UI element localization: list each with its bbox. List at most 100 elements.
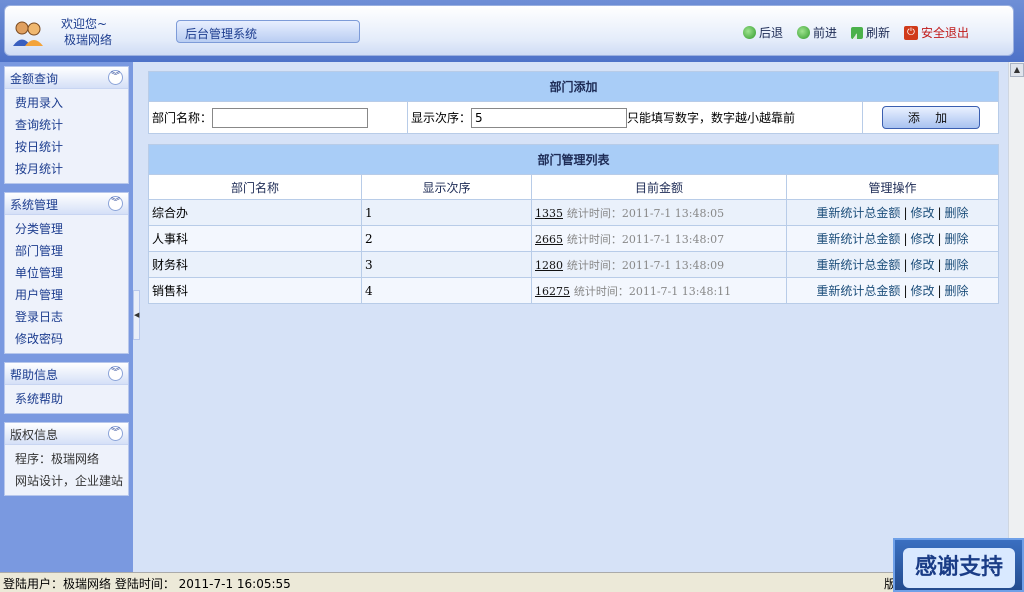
cell-name: 人事科 (148, 225, 362, 252)
add-button[interactable]: 添 加 (881, 106, 980, 129)
col-header-name: 部门名称 (148, 174, 362, 200)
welcome-text: 欢迎您~ (61, 17, 108, 31)
recount-link[interactable]: 重新统计总金额 (816, 284, 900, 298)
logout-label: 安全退出 (920, 26, 969, 40)
cell-order: 3 (361, 251, 532, 278)
copyright-design: 网站设计，企业建站 (15, 474, 124, 488)
name-cell: 部门名称： (148, 101, 408, 134)
cell-name: 财务科 (148, 251, 362, 278)
sidebar-item-users[interactable]: 用户管理 (15, 284, 128, 306)
separator: | (937, 284, 942, 298)
panel-title: 帮助信息 (10, 368, 59, 382)
panel-header[interactable]: 金额查询 ︾ (5, 67, 128, 89)
thanks-text: 感谢支持 (903, 548, 1015, 588)
separator: | (937, 232, 942, 246)
power-icon: ⏻ (903, 25, 918, 40)
back-icon (742, 26, 756, 39)
sidebar-item-login-log[interactable]: 登录日志 (15, 306, 128, 328)
separator: | (903, 284, 908, 298)
panel-header[interactable]: 帮助信息 ︾ (5, 363, 128, 385)
sidebar-panel-copyright: 版权信息 ︾ 程序：极瑞网络 网站设计，企业建站 (4, 422, 129, 496)
separator: | (903, 206, 908, 220)
logout-button[interactable]: ⏻ 安全退出 (903, 24, 969, 41)
collapse-sidebar-handle[interactable]: ◀ (133, 290, 140, 340)
order-hint: 只能填写数字，数字越小越靠前 (627, 110, 796, 125)
col-header-ops: 管理操作 (786, 174, 999, 200)
separator: | (903, 258, 908, 272)
amount-link[interactable]: 2665 (535, 233, 563, 246)
department-name-input[interactable] (212, 107, 369, 128)
table-body: 综合办 1 1335 统计时间：2011-7-1 13:48:05 重新统计总金额 | 修… (148, 199, 999, 304)
sidebar-item-password[interactable]: 修改密码 (15, 328, 128, 350)
table-row: 综合办 1 1335 统计时间：2011-7-1 13:48:05 重新统计总金额 | 修… (148, 199, 999, 226)
status-bar: 登陆用户：极瑞网络 登陆时间： 2011-7-1 16:05:55 版 (0, 572, 1024, 592)
sidebar-splitter: ◀ (133, 62, 140, 572)
stat-time: 统计时间：2011-7-1 13:48:11 (573, 284, 732, 298)
edit-link[interactable]: 修改 (910, 284, 934, 298)
refresh-label: 刷新 (865, 26, 890, 40)
collapse-icon[interactable]: ︾ (108, 426, 123, 441)
back-button[interactable]: 后退 (742, 24, 783, 41)
panel-title: 系统管理 (10, 198, 59, 212)
delete-link[interactable]: 删除 (945, 206, 969, 220)
thanks-badge: 感谢支持 (893, 538, 1024, 592)
sidebar-item-monthly-stats[interactable]: 按月统计 (15, 158, 128, 180)
collapse-icon[interactable]: ︾ (108, 70, 123, 85)
welcome-user: 极瑞网络 (64, 33, 113, 47)
panel-header[interactable]: 系统管理 ︾ (5, 193, 128, 215)
sidebar-panel-amount: 金额查询 ︾ 费用录入 查询统计 按日统计 按月统计 (4, 66, 129, 184)
amount-link[interactable]: 16275 (535, 285, 570, 298)
sidebar-item-unit[interactable]: 单位管理 (15, 262, 128, 284)
back-label: 后退 (758, 26, 783, 40)
collapse-icon[interactable]: ︾ (108, 196, 123, 211)
separator: | (903, 232, 908, 246)
collapse-icon[interactable]: ︾ (108, 366, 123, 381)
cell-ops: 重新统计总金额 | 修改 | 删除 (786, 251, 999, 278)
edit-link[interactable]: 修改 (910, 232, 934, 246)
forward-icon (796, 26, 810, 39)
refresh-button[interactable]: 刷新 (850, 24, 890, 41)
table-row: 人事科 2 2665 统计时间：2011-7-1 13:48:07 重新统计总金额 | 修… (148, 225, 999, 252)
refresh-icon (850, 26, 863, 39)
scroll-up-icon[interactable]: ▲ (1010, 63, 1024, 77)
list-caption: 部门管理列表 (148, 144, 999, 175)
welcome-block: 欢迎您~ 极瑞网络 (61, 16, 112, 48)
header-bar: 欢迎您~ 极瑞网络 后台管理系统 后退 前进 刷新 ⏻ 安全退出 (4, 5, 1014, 56)
sidebar-item-expense-entry[interactable]: 费用录入 (15, 92, 128, 114)
delete-link[interactable]: 删除 (945, 258, 969, 272)
cell-amount: 1280 统计时间：2011-7-1 13:48:09 (531, 251, 787, 278)
sidebar-item-department[interactable]: 部门管理 (15, 240, 128, 262)
recount-link[interactable]: 重新统计总金额 (816, 258, 900, 272)
separator: | (937, 206, 942, 220)
amount-link[interactable]: 1335 (535, 207, 563, 220)
order-cell: 显示次序： 只能填写数字，数字越小越靠前 (407, 101, 863, 134)
edit-link[interactable]: 修改 (910, 206, 934, 220)
copyright-program: 程序：极瑞网络 (15, 452, 100, 466)
amount-link[interactable]: 1280 (535, 259, 563, 272)
sidebar-item-query-stats[interactable]: 查询统计 (15, 114, 128, 136)
sidebar-item-daily-stats[interactable]: 按日统计 (15, 136, 128, 158)
recount-link[interactable]: 重新统计总金额 (816, 206, 900, 220)
panel-header[interactable]: 版权信息 ︾ (5, 423, 128, 445)
login-info: 登陆用户：极瑞网络 登陆时间： 2011-7-1 16:05:55 (3, 577, 291, 591)
panel-title: 版权信息 (10, 428, 59, 442)
recount-link[interactable]: 重新统计总金额 (816, 232, 900, 246)
col-header-amount: 目前金额 (531, 174, 787, 200)
sidebar-panel-system: 系统管理 ︾ 分类管理 部门管理 单位管理 用户管理 登录日志 修改密码 (4, 192, 129, 354)
sidebar-item-help[interactable]: 系统帮助 (15, 388, 128, 410)
stat-time: 统计时间：2011-7-1 13:48:07 (566, 232, 725, 246)
vertical-scrollbar[interactable]: ▲ (1008, 62, 1024, 572)
separator: | (937, 258, 942, 272)
cell-amount: 16275 统计时间：2011-7-1 13:48:11 (531, 277, 787, 304)
display-order-input[interactable] (471, 107, 628, 128)
department-list-table: 部门管理列表 部门名称 显示次序 目前金额 管理操作 综合办 1 1335 统计时间… (148, 144, 999, 304)
top-nav: 后退 前进 刷新 ⏻ 安全退出 (742, 24, 969, 41)
forward-button[interactable]: 前进 (796, 24, 837, 41)
edit-link[interactable]: 修改 (910, 258, 934, 272)
delete-link[interactable]: 删除 (945, 284, 969, 298)
form-caption: 部门添加 (148, 71, 999, 102)
delete-link[interactable]: 删除 (945, 232, 969, 246)
top-header: 欢迎您~ 极瑞网络 后台管理系统 后退 前进 刷新 ⏻ 安全退出 (0, 0, 1024, 62)
table-row: 销售科 4 16275 统计时间：2011-7-1 13:48:11 重新统计总金额 |… (148, 277, 999, 304)
sidebar-item-category[interactable]: 分类管理 (15, 218, 128, 240)
